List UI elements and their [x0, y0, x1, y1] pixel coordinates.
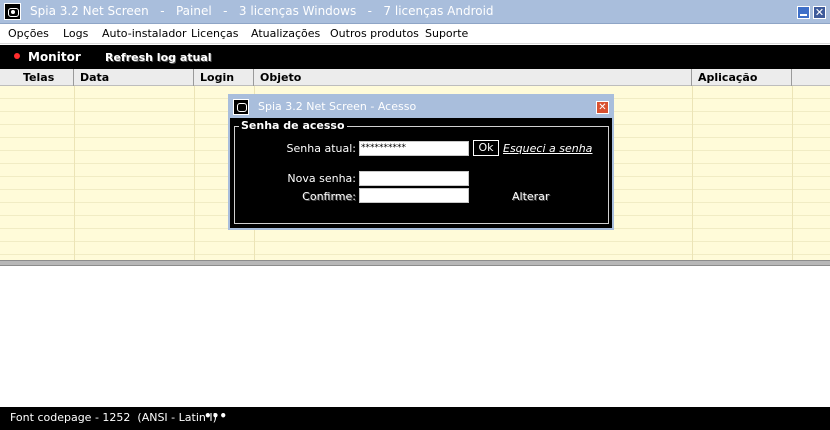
- current-password-label: Senha atual:: [286, 142, 356, 155]
- column-divider: [692, 86, 693, 260]
- window-titlebar: Spia 3.2 Net Screen - Painel - 3 licença…: [0, 0, 830, 24]
- forgot-password-link[interactable]: Esqueci a senha: [503, 142, 592, 155]
- column-header-objeto[interactable]: Objeto: [254, 69, 692, 86]
- menu-auto-instalador[interactable]: Auto-instalador: [102, 27, 187, 40]
- current-password-field[interactable]: **********: [359, 141, 469, 156]
- change-password-button[interactable]: Alterar: [512, 190, 549, 203]
- confirm-password-label: Confirme:: [302, 190, 356, 203]
- minimize-icon[interactable]: [797, 6, 810, 19]
- dialog-close-icon[interactable]: ✕: [596, 101, 609, 114]
- column-divider: [74, 86, 75, 260]
- monitor-status-dot-icon: [14, 53, 20, 59]
- new-password-label: Nova senha:: [287, 172, 356, 185]
- password-group: Senha de acesso Senha atual: ********** …: [234, 119, 609, 224]
- menu-bar: Opções Logs Auto-instalador Licenças Atu…: [0, 24, 830, 44]
- column-header-telas[interactable]: Telas: [0, 69, 74, 86]
- menu-atualizacoes[interactable]: Atualizações: [251, 27, 320, 40]
- menu-licencas[interactable]: Licenças: [191, 27, 239, 40]
- status-more-button[interactable]: •••: [204, 409, 227, 423]
- codepage-status: Font codepage - 1252 (ANSI - Latin I): [10, 411, 217, 424]
- refresh-log-button[interactable]: Refresh log atual: [105, 51, 212, 64]
- column-header-data[interactable]: Data: [74, 69, 194, 86]
- access-dialog: Spia 3.2 Net Screen - Acesso ✕ Senha de …: [228, 94, 614, 230]
- close-icon[interactable]: ✕: [813, 6, 826, 19]
- log-table-header: Telas Data Login Objeto Aplicação: [0, 69, 830, 86]
- password-group-title: Senha de acesso: [239, 119, 347, 132]
- status-bar: Font codepage - 1252 (ANSI - Latin I) ••…: [0, 407, 830, 430]
- menu-suporte[interactable]: Suporte: [425, 27, 468, 40]
- spia-eye-icon: [233, 99, 249, 115]
- monitor-button[interactable]: Monitor: [28, 50, 81, 64]
- dialog-title: Spia 3.2 Net Screen - Acesso: [258, 100, 417, 113]
- menu-outros-produtos[interactable]: Outros produtos: [330, 27, 419, 40]
- new-password-field[interactable]: [359, 171, 469, 186]
- spia-eye-icon: [4, 3, 21, 20]
- column-header-login[interactable]: Login: [194, 69, 254, 86]
- column-divider: [792, 86, 793, 260]
- dialog-titlebar: Spia 3.2 Net Screen - Acesso ✕: [230, 96, 612, 118]
- menu-logs[interactable]: Logs: [63, 27, 88, 40]
- column-header-aplicacao[interactable]: Aplicação: [692, 69, 792, 86]
- ok-button[interactable]: Ok: [473, 140, 499, 156]
- detail-pane: [0, 266, 830, 407]
- column-divider: [194, 86, 195, 260]
- confirm-password-field[interactable]: [359, 188, 469, 203]
- window-title: Spia 3.2 Net Screen - Painel - 3 licença…: [30, 4, 494, 18]
- menu-opcoes[interactable]: Opções: [8, 27, 49, 40]
- toolbar: Monitor Refresh log atual: [0, 45, 830, 69]
